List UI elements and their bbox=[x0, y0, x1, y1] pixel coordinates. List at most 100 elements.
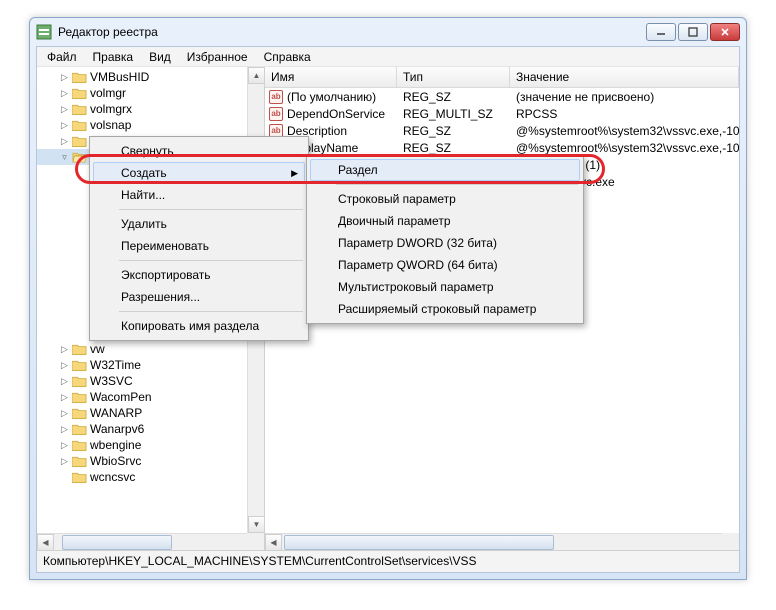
menu-item[interactable]: Создать▶ bbox=[93, 162, 305, 184]
menu-item[interactable]: Мультистроковый параметр bbox=[310, 276, 580, 298]
menu-item[interactable]: Раздел bbox=[310, 159, 580, 181]
menu-item-label: Найти... bbox=[121, 188, 165, 202]
col-header-name[interactable]: Имя bbox=[265, 67, 397, 87]
expand-icon[interactable]: ▷ bbox=[59, 104, 70, 115]
maximize-button[interactable] bbox=[678, 23, 708, 41]
expand-icon[interactable]: ▷ bbox=[59, 440, 70, 451]
folder-icon bbox=[72, 119, 87, 131]
tree-item-label: WbioSrvc bbox=[90, 454, 141, 468]
folder-icon bbox=[72, 391, 87, 403]
tree-item[interactable]: ▷WANARP bbox=[37, 405, 264, 421]
expand-icon[interactable]: ▷ bbox=[59, 72, 70, 83]
col-header-type[interactable]: Тип bbox=[397, 67, 510, 87]
menu-item-label: Удалить bbox=[121, 217, 167, 231]
tree-item-label: vw bbox=[90, 342, 105, 356]
menubar: Файл Правка Вид Избранное Справка bbox=[37, 47, 739, 67]
tree-hscrollbar[interactable]: ◀ ▶ bbox=[37, 533, 264, 550]
submenu-arrow-icon: ▶ bbox=[291, 168, 298, 179]
tree-item[interactable]: ▷ volmgrx bbox=[37, 101, 264, 117]
menu-view[interactable]: Вид bbox=[143, 48, 177, 66]
menu-file[interactable]: Файл bbox=[41, 48, 83, 66]
value-data: RPCSS bbox=[510, 107, 739, 121]
value-name: DependOnService bbox=[287, 107, 385, 121]
tree-item[interactable]: ▷ Wanarpv6 bbox=[37, 421, 264, 437]
tree-item-label: Wanarpv6 bbox=[90, 422, 144, 436]
tree-item[interactable]: ▷W32Time bbox=[37, 357, 264, 373]
tree-item[interactable]: ▷ VMBusHID bbox=[37, 69, 264, 85]
tree-item-label: volmgrx bbox=[90, 102, 132, 116]
menu-item-label: Параметр DWORD (32 бита) bbox=[338, 236, 497, 250]
expand-icon[interactable]: ▷ bbox=[59, 392, 70, 403]
tree-item[interactable]: ▷W3SVC bbox=[37, 373, 264, 389]
menu-favorites[interactable]: Избранное bbox=[181, 48, 254, 66]
folder-icon bbox=[72, 103, 87, 115]
value-type: REG_SZ bbox=[397, 90, 510, 104]
titlebar[interactable]: Редактор реестра bbox=[30, 18, 746, 46]
value-data: @%systemroot%\system32\vssvc.exe,-102 bbox=[510, 141, 739, 155]
tree-item[interactable]: ▷wbengine bbox=[37, 437, 264, 453]
scroll-left-icon[interactable]: ◀ bbox=[37, 534, 54, 550]
menu-item-label: Копировать имя раздела bbox=[121, 319, 259, 333]
menu-help[interactable]: Справка bbox=[258, 48, 317, 66]
menu-item[interactable]: Расширяемый строковый параметр bbox=[310, 298, 580, 320]
value-type: REG_SZ bbox=[397, 124, 510, 138]
menu-item[interactable]: Экспортировать bbox=[93, 264, 305, 286]
folder-icon bbox=[72, 343, 87, 355]
folder-icon bbox=[72, 135, 87, 147]
scroll-down-icon[interactable]: ▼ bbox=[248, 516, 265, 533]
menu-item[interactable]: Двоичный параметр bbox=[310, 210, 580, 232]
tree-item[interactable]: ▷ vw bbox=[37, 341, 264, 357]
menu-item-label: Раздел bbox=[338, 163, 378, 177]
menu-item[interactable]: Копировать имя раздела bbox=[93, 315, 305, 337]
expand-icon[interactable]: ▷ bbox=[59, 88, 70, 99]
col-header-value[interactable]: Значение bbox=[510, 67, 739, 87]
expand-icon[interactable] bbox=[59, 472, 70, 483]
tree-item[interactable]: ▷WacomPen bbox=[37, 389, 264, 405]
minimize-button[interactable] bbox=[646, 23, 676, 41]
tree-item[interactable]: ▷volmgr bbox=[37, 85, 264, 101]
menu-item[interactable]: Переименовать bbox=[93, 235, 305, 257]
expand-icon[interactable]: ▷ bbox=[59, 424, 70, 435]
value-data: (значение не присвоено) bbox=[510, 90, 739, 104]
context-submenu[interactable]: Раздел Строковый параметр Двоичный парамет… bbox=[306, 155, 584, 324]
tree-item[interactable]: ▷volsnap bbox=[37, 117, 264, 133]
expand-icon[interactable]: ▷ bbox=[59, 344, 70, 355]
statusbar: Компьютер\HKEY_LOCAL_MACHINE\SYSTEM\Curr… bbox=[37, 550, 739, 572]
scroll-up-icon[interactable]: ▲ bbox=[248, 67, 265, 84]
menu-item[interactable]: Удалить bbox=[93, 213, 305, 235]
folder-icon bbox=[72, 359, 87, 371]
close-button[interactable] bbox=[710, 23, 740, 41]
expand-icon[interactable]: ▷ bbox=[59, 120, 70, 131]
folder-icon bbox=[72, 471, 87, 483]
expand-icon[interactable]: ▷ bbox=[59, 408, 70, 419]
list-row[interactable]: abDescriptionREG_SZ@%systemroot%\system3… bbox=[265, 122, 739, 139]
menu-item[interactable]: Разрешения... bbox=[93, 286, 305, 308]
expand-icon[interactable]: ▷ bbox=[59, 136, 70, 147]
context-menu[interactable]: СвернутьСоздать▶ Найти... Удалить Переимено… bbox=[89, 136, 309, 341]
menu-item[interactable]: Найти... bbox=[93, 184, 305, 206]
tree-item[interactable]: wcncsvc bbox=[37, 469, 264, 485]
menu-item-label: Разрешения... bbox=[121, 290, 200, 304]
expand-icon[interactable]: ▿ bbox=[59, 152, 70, 163]
scroll-left-icon[interactable]: ◀ bbox=[265, 534, 282, 550]
expand-icon[interactable]: ▷ bbox=[59, 360, 70, 371]
menu-item-label: Строковый параметр bbox=[338, 192, 456, 206]
menu-item[interactable]: Параметр DWORD (32 бита) bbox=[310, 232, 580, 254]
folder-icon bbox=[72, 375, 87, 387]
list-row[interactable]: abDisplayNameREG_SZ@%systemroot%\system3… bbox=[265, 139, 739, 156]
list-hscrollbar[interactable]: ◀ ▶ bbox=[265, 533, 739, 550]
menu-edit[interactable]: Правка bbox=[87, 48, 140, 66]
menu-separator bbox=[119, 260, 303, 261]
list-row[interactable]: abDependOnServiceREG_MULTI_SZRPCSS bbox=[265, 105, 739, 122]
app-icon bbox=[36, 24, 52, 40]
list-row[interactable]: ab(По умолчанию)REG_SZ(значение не присв… bbox=[265, 88, 739, 105]
menu-item[interactable]: Параметр QWORD (64 бита) bbox=[310, 254, 580, 276]
expand-icon[interactable]: ▷ bbox=[59, 376, 70, 387]
menu-separator bbox=[119, 209, 303, 210]
tree-item-label: VMBusHID bbox=[90, 70, 149, 84]
folder-icon bbox=[72, 71, 87, 83]
menu-item[interactable]: Строковый параметр bbox=[310, 188, 580, 210]
tree-item[interactable]: ▷ WbioSrvc bbox=[37, 453, 264, 469]
expand-icon[interactable]: ▷ bbox=[59, 456, 70, 467]
menu-item[interactable]: Свернуть bbox=[93, 140, 305, 162]
